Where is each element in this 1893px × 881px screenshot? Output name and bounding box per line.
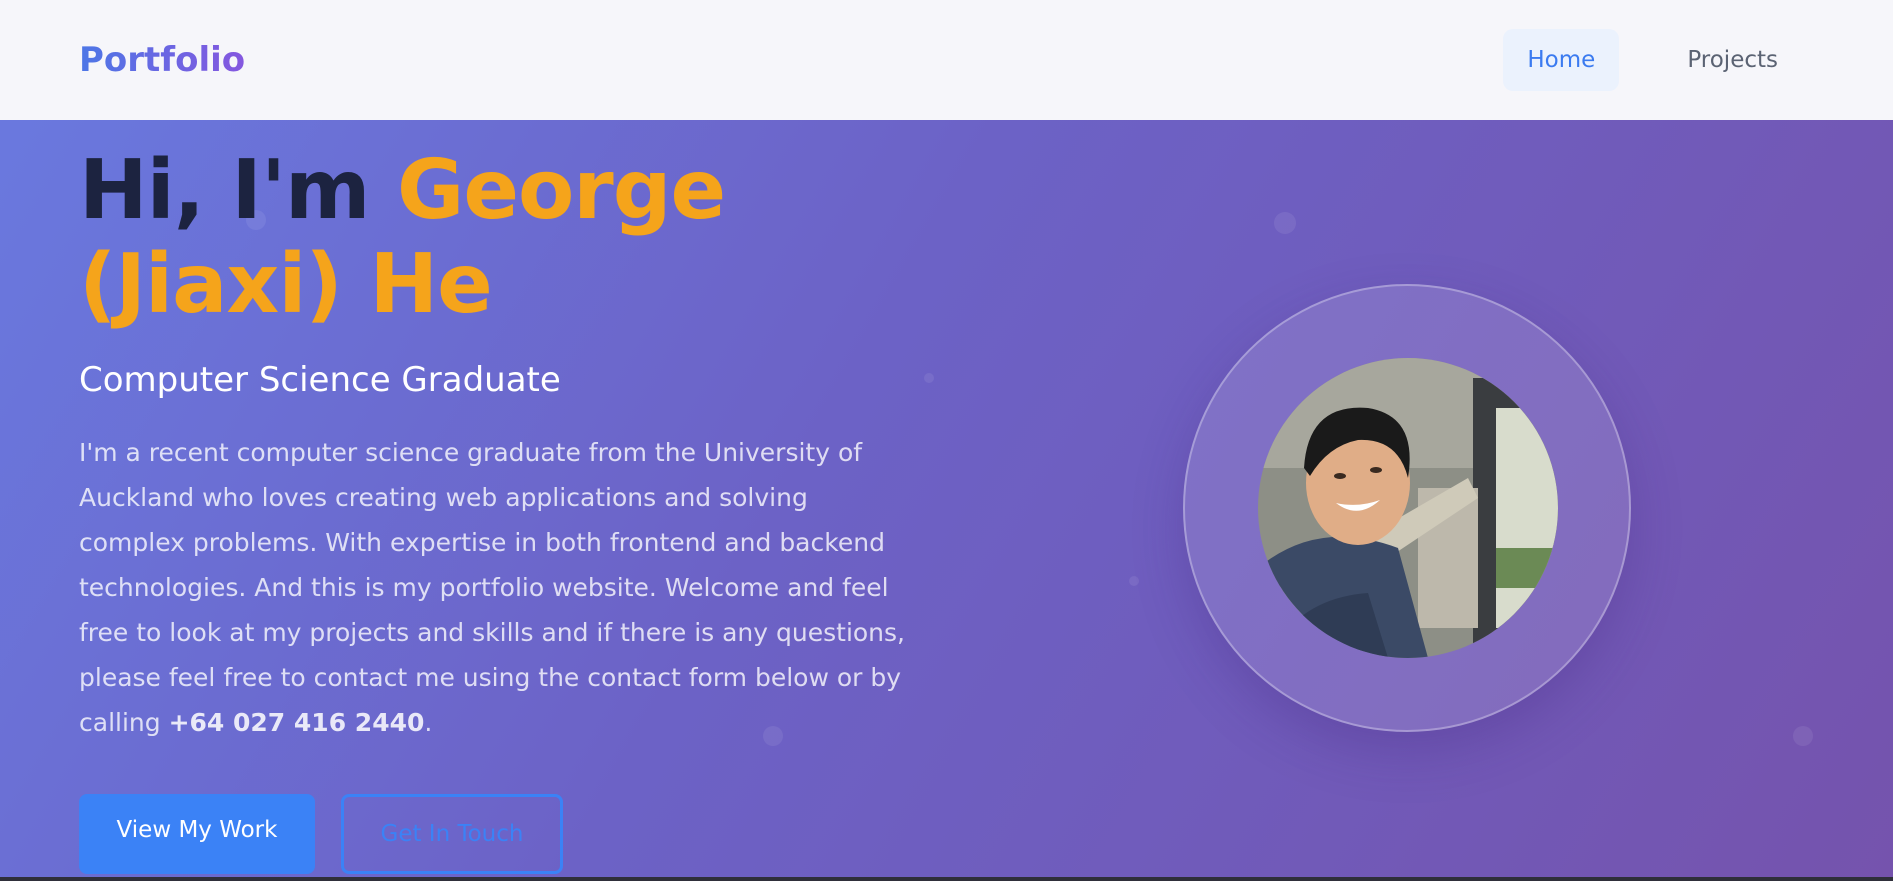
decorative-dot [1793, 726, 1813, 746]
profile-photo [1258, 358, 1558, 658]
decorative-dot [924, 373, 934, 383]
nav-link-home[interactable]: Home [1503, 29, 1620, 91]
site-logo[interactable]: Portfolio [79, 40, 245, 80]
bio-text: I'm a recent computer science graduate f… [79, 438, 906, 737]
hero-intro: Hi, I'm George (Jiaxi) He Computer Scienc… [79, 144, 919, 745]
hero-buttons: View My Work Get In Touch [79, 794, 563, 874]
headline-name-first: George [397, 143, 726, 238]
hero-subtitle: Computer Science Graduate [79, 360, 561, 400]
hero-headline: Hi, I'm George (Jiaxi) He [79, 144, 919, 332]
bottom-edge [0, 877, 1893, 881]
phone-number: +64 027 416 2440 [168, 708, 425, 737]
headline-greeting: Hi, I'm [79, 143, 398, 238]
decorative-dot [1129, 576, 1139, 586]
page: Portfolio Home Projects Hi, I'm George (J… [0, 0, 1893, 881]
decorative-dot [1274, 212, 1296, 234]
hero-bio: I'm a recent computer science graduate f… [79, 430, 909, 745]
get-in-touch-button[interactable]: Get In Touch [341, 794, 563, 874]
bio-end: . [424, 708, 433, 737]
view-my-work-button[interactable]: View My Work [79, 794, 315, 874]
headline-name-second: (Jiaxi) He [79, 237, 493, 332]
navbar: Portfolio Home Projects [0, 0, 1893, 120]
nav-link-projects[interactable]: Projects [1663, 29, 1802, 91]
nav-links: Home Projects [1503, 29, 1802, 91]
